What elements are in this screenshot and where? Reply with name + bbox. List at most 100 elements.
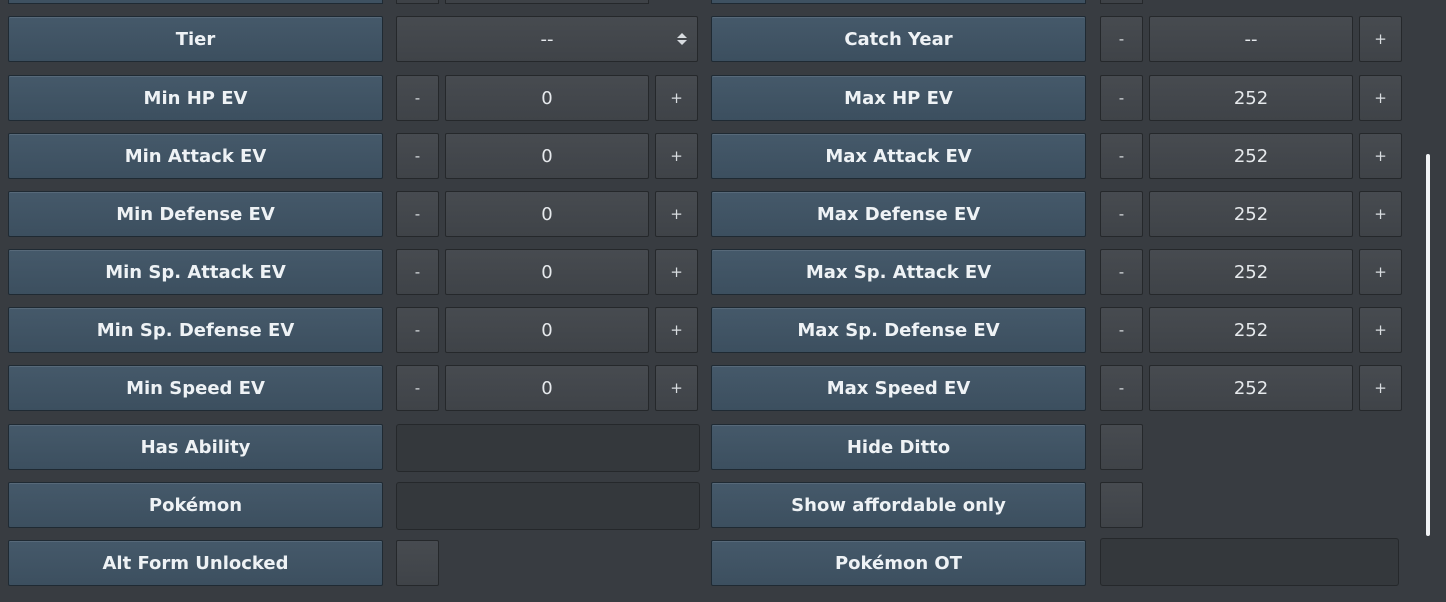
catch-year-label-text: Catch Year bbox=[844, 28, 953, 50]
max-ev-minus-button[interactable]: - bbox=[1100, 249, 1143, 295]
max-ev-plus-button-text: + bbox=[1374, 89, 1387, 107]
max-ev-plus-button[interactable]: + bbox=[1359, 307, 1402, 353]
min-ev-plus-button[interactable]: + bbox=[655, 307, 698, 353]
max-ev-minus-button-text: - bbox=[1118, 89, 1125, 107]
min-ev-plus-button[interactable]: + bbox=[655, 249, 698, 295]
max-ev-plus-button-text: + bbox=[1374, 147, 1387, 165]
cut-off-label-right bbox=[711, 0, 1086, 4]
show-affordable-label: Show affordable only bbox=[711, 482, 1086, 528]
plus-icon: + bbox=[1374, 30, 1387, 48]
catch-year-value[interactable]: -- bbox=[1149, 16, 1353, 62]
max-ev-value-text: 252 bbox=[1233, 319, 1269, 341]
cut-off-minus-right bbox=[1100, 0, 1143, 4]
has-ability-label-text: Has Ability bbox=[140, 436, 251, 458]
min-ev-minus-button[interactable]: - bbox=[396, 133, 439, 179]
has-ability-input[interactable] bbox=[396, 424, 700, 472]
min-ev-value[interactable]: 0 bbox=[445, 133, 649, 179]
hide-ditto-label: Hide Ditto bbox=[711, 424, 1086, 470]
pokemon-ot-label: Pokémon OT bbox=[711, 540, 1086, 586]
alt-form-label-text: Alt Form Unlocked bbox=[102, 552, 289, 574]
max-ev-value[interactable]: 252 bbox=[1149, 75, 1353, 121]
max-ev-plus-button-text: + bbox=[1374, 379, 1387, 397]
max-ev-minus-button-text: - bbox=[1118, 263, 1125, 281]
min-ev-value-text: 0 bbox=[541, 319, 553, 341]
max-ev-plus-button[interactable]: + bbox=[1359, 133, 1402, 179]
catch-year-minus-button[interactable]: - bbox=[1100, 16, 1143, 62]
min-ev-label: Min Attack EV bbox=[8, 133, 383, 179]
min-ev-label: Min Speed EV bbox=[8, 365, 383, 411]
max-ev-plus-button[interactable]: + bbox=[1359, 249, 1402, 295]
tier-select[interactable]: -- bbox=[396, 16, 698, 62]
max-ev-value-text: 252 bbox=[1233, 87, 1269, 109]
hide-ditto-checkbox[interactable] bbox=[1100, 424, 1143, 470]
max-ev-label-text: Max Defense EV bbox=[816, 203, 981, 225]
min-ev-value[interactable]: 0 bbox=[445, 249, 649, 295]
max-ev-label-text: Max Attack EV bbox=[825, 145, 972, 167]
min-ev-plus-button[interactable]: + bbox=[655, 75, 698, 121]
pokemon-ot-input[interactable] bbox=[1100, 538, 1399, 586]
min-ev-minus-button[interactable]: - bbox=[396, 307, 439, 353]
max-ev-value[interactable]: 252 bbox=[1149, 191, 1353, 237]
min-ev-value-text: 0 bbox=[541, 203, 553, 225]
max-ev-minus-button-text: - bbox=[1118, 379, 1125, 397]
min-ev-value[interactable]: 0 bbox=[445, 75, 649, 121]
min-ev-minus-button-text: - bbox=[414, 205, 421, 223]
alt-form-checkbox[interactable] bbox=[396, 540, 439, 586]
max-ev-label: Max Sp. Defense EV bbox=[711, 307, 1086, 353]
max-ev-minus-button[interactable]: - bbox=[1100, 191, 1143, 237]
max-ev-value[interactable]: 252 bbox=[1149, 365, 1353, 411]
min-ev-minus-button[interactable]: - bbox=[396, 365, 439, 411]
min-ev-label-text: Min Sp. Attack EV bbox=[105, 261, 286, 283]
cut-off-value bbox=[445, 0, 649, 4]
pokemon-input[interactable] bbox=[396, 482, 700, 530]
tier-select-value: -- bbox=[540, 28, 554, 50]
max-ev-label-text: Max Speed EV bbox=[826, 377, 971, 399]
max-ev-plus-button[interactable]: + bbox=[1359, 365, 1402, 411]
max-ev-value-text: 252 bbox=[1233, 261, 1269, 283]
min-ev-value[interactable]: 0 bbox=[445, 191, 649, 237]
max-ev-value[interactable]: 252 bbox=[1149, 307, 1353, 353]
min-ev-label: Min HP EV bbox=[8, 75, 383, 121]
max-ev-label: Max Speed EV bbox=[711, 365, 1086, 411]
max-ev-value[interactable]: 252 bbox=[1149, 249, 1353, 295]
max-ev-minus-button[interactable]: - bbox=[1100, 307, 1143, 353]
max-ev-minus-button[interactable]: - bbox=[1100, 133, 1143, 179]
pokemon-ot-label-text: Pokémon OT bbox=[834, 552, 963, 574]
min-ev-plus-button-text: + bbox=[670, 321, 683, 339]
min-ev-minus-button-text: - bbox=[414, 379, 421, 397]
alt-form-label: Alt Form Unlocked bbox=[8, 540, 383, 586]
min-ev-plus-button-text: + bbox=[670, 379, 683, 397]
max-ev-plus-button[interactable]: + bbox=[1359, 75, 1402, 121]
min-ev-plus-button[interactable]: + bbox=[655, 133, 698, 179]
catch-year-plus-button[interactable]: + bbox=[1359, 16, 1402, 62]
minus-icon: - bbox=[1118, 30, 1125, 48]
show-affordable-checkbox[interactable] bbox=[1100, 482, 1143, 528]
max-ev-label: Max Attack EV bbox=[711, 133, 1086, 179]
min-ev-minus-button[interactable]: - bbox=[396, 191, 439, 237]
max-ev-minus-button-text: - bbox=[1118, 321, 1125, 339]
min-ev-minus-button-text: - bbox=[414, 321, 421, 339]
min-ev-label: Min Sp. Defense EV bbox=[8, 307, 383, 353]
max-ev-minus-button[interactable]: - bbox=[1100, 75, 1143, 121]
vertical-scrollbar[interactable] bbox=[1426, 154, 1430, 536]
min-ev-label: Min Defense EV bbox=[8, 191, 383, 237]
max-ev-plus-button[interactable]: + bbox=[1359, 191, 1402, 237]
max-ev-minus-button[interactable]: - bbox=[1100, 365, 1143, 411]
min-ev-minus-button-text: - bbox=[414, 263, 421, 281]
pokemon-label: Pokémon bbox=[8, 482, 383, 528]
min-ev-plus-button-text: + bbox=[670, 205, 683, 223]
max-ev-value-text: 252 bbox=[1233, 203, 1269, 225]
max-ev-minus-button-text: - bbox=[1118, 147, 1125, 165]
min-ev-plus-button[interactable]: + bbox=[655, 191, 698, 237]
min-ev-minus-button[interactable]: - bbox=[396, 249, 439, 295]
min-ev-value-text: 0 bbox=[541, 145, 553, 167]
min-ev-value[interactable]: 0 bbox=[445, 365, 649, 411]
cut-off-minus bbox=[396, 0, 439, 4]
min-ev-value-text: 0 bbox=[541, 87, 553, 109]
min-ev-plus-button-text: + bbox=[670, 147, 683, 165]
max-ev-value[interactable]: 252 bbox=[1149, 133, 1353, 179]
cut-off-label bbox=[8, 0, 383, 4]
min-ev-value[interactable]: 0 bbox=[445, 307, 649, 353]
min-ev-plus-button[interactable]: + bbox=[655, 365, 698, 411]
min-ev-minus-button[interactable]: - bbox=[396, 75, 439, 121]
